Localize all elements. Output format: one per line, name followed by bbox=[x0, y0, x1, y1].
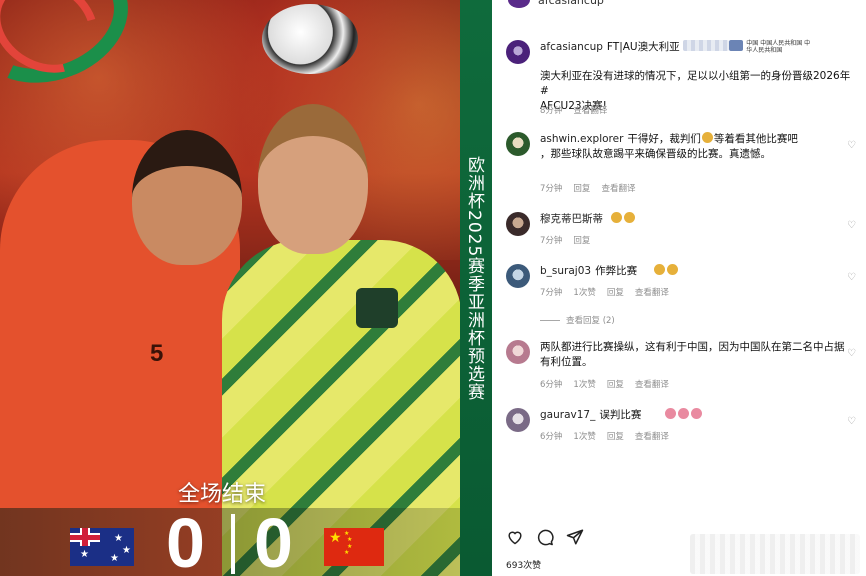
blurred-emoji bbox=[728, 40, 743, 51]
like-heart-icon[interactable]: ♡ bbox=[847, 272, 856, 283]
avatar[interactable] bbox=[506, 264, 530, 288]
avatar[interactable] bbox=[506, 40, 530, 64]
post-action-bar bbox=[506, 528, 584, 546]
emoji-icon bbox=[667, 264, 679, 275]
avatar[interactable] bbox=[508, 0, 530, 8]
avatar[interactable] bbox=[506, 408, 530, 432]
comment-text: gaurav17_ 误判比赛 bbox=[540, 408, 852, 423]
comment-time: 7分钟 bbox=[540, 288, 563, 298]
china-tag: 中国 中国人民共和国 中华人民共和国 bbox=[746, 40, 811, 54]
share-icon[interactable] bbox=[566, 528, 584, 546]
comment-time: 7分钟 bbox=[540, 184, 563, 194]
likes-count[interactable]: 1次赞 bbox=[573, 430, 595, 442]
player-china-head bbox=[132, 130, 242, 265]
score-away: 0 bbox=[254, 504, 293, 576]
post-likes-count[interactable]: 693次赞 bbox=[506, 558, 541, 571]
like-heart-icon[interactable]: ♡ bbox=[847, 348, 856, 359]
australia-flag-icon: ★ ★ ★ ★ bbox=[70, 528, 134, 566]
view-replies-button[interactable]: 查看回复 (2) bbox=[540, 314, 615, 326]
comment-username[interactable]: afcasiancup bbox=[540, 41, 603, 53]
comment-icon[interactable] bbox=[536, 528, 554, 546]
reply-button[interactable]: 回复 bbox=[607, 430, 624, 442]
comment-meta: 7分钟 回复 查看翻译 bbox=[540, 182, 635, 194]
comment-text-line: 有利位置。 bbox=[540, 356, 593, 368]
emoji-icon bbox=[677, 408, 689, 419]
comment-time: 8分钟 bbox=[540, 106, 563, 116]
soccer-ball bbox=[262, 4, 358, 74]
comment-text-line: ，那些球队故意踢平来确保晋级的比赛。真遗憾。 bbox=[540, 148, 771, 160]
china-flag-icon: ★ ★ ★ ★ ★ bbox=[324, 528, 384, 566]
comment-meta: 6分钟 1次赞 回复 查看翻译 bbox=[540, 378, 669, 390]
comment-username[interactable]: 穆克蒂巴斯蒂 bbox=[540, 213, 603, 225]
see-translation-link[interactable]: 查看翻译 bbox=[635, 430, 669, 442]
comment-time: 6分钟 bbox=[540, 380, 563, 390]
comment-username[interactable]: ashwin.explorer bbox=[540, 133, 623, 145]
comment-text: b_suraj03 作弊比赛 bbox=[540, 264, 852, 279]
divider bbox=[540, 319, 560, 321]
post-image[interactable]: 5 欧洲杯2025赛季亚洲杯预选赛 全场结束 ★ ★ ★ ★ 0 0 ★ ★ ★… bbox=[0, 0, 492, 576]
reply-button[interactable]: 回复 bbox=[607, 286, 624, 298]
comment-text-line: 澳大利亚在没有进球的情况下，足以以小组第一的身份晋级2026年# bbox=[540, 70, 851, 97]
comment-meta: 8分钟 查看翻译 bbox=[540, 104, 607, 116]
comment-username[interactable]: gaurav17_ bbox=[540, 409, 595, 421]
avatar[interactable] bbox=[506, 212, 530, 236]
see-translation-link[interactable]: 查看翻译 bbox=[635, 286, 669, 298]
post-header: afcasiancup bbox=[508, 0, 604, 8]
see-translation-link[interactable]: 查看翻译 bbox=[635, 378, 669, 390]
avatar[interactable] bbox=[506, 340, 530, 364]
comment-username[interactable]: b_suraj03 bbox=[540, 265, 591, 277]
reply-button[interactable]: 回复 bbox=[607, 378, 624, 390]
comment-meta: 7分钟 1次赞 回复 查看翻译 bbox=[540, 286, 669, 298]
player-australia-head bbox=[258, 104, 368, 254]
emoji-icon bbox=[664, 408, 676, 419]
australia-crest bbox=[356, 288, 398, 328]
avatar[interactable] bbox=[506, 132, 530, 156]
reply-button[interactable]: 回复 bbox=[573, 182, 590, 194]
emoji-icon bbox=[624, 212, 636, 223]
reply-button[interactable]: 回复 bbox=[573, 234, 590, 246]
see-translation-link[interactable]: 查看翻译 bbox=[601, 182, 635, 194]
like-heart-icon[interactable]: ♡ bbox=[847, 416, 856, 427]
blurred-emoji bbox=[682, 40, 729, 51]
comment-text: ashwin.explorer 干得好，裁判们 等着看其他比赛吧 bbox=[540, 132, 798, 145]
likes-count[interactable]: 1次赞 bbox=[573, 286, 595, 298]
comment-text-line: 两队都进行比赛操纵，这有利于中国，因为中国队在第二名中占据 bbox=[540, 341, 845, 353]
see-translation-link[interactable]: 查看翻译 bbox=[573, 104, 607, 116]
tournament-title: 欧洲杯2025赛季亚洲杯预选赛 bbox=[464, 156, 484, 402]
comment-text: 穆克蒂巴斯蒂 bbox=[540, 212, 852, 227]
jersey-number: 5 bbox=[150, 340, 164, 367]
heart-icon[interactable] bbox=[506, 528, 524, 546]
score-bar bbox=[0, 508, 460, 576]
emoji-icon bbox=[611, 212, 623, 223]
comment-time: 7分钟 bbox=[540, 236, 563, 246]
header-username[interactable]: afcasiancup bbox=[538, 0, 604, 7]
likes-count[interactable]: 1次赞 bbox=[573, 378, 595, 390]
emoji-icon bbox=[690, 408, 702, 419]
comment-time: 6分钟 bbox=[540, 432, 563, 442]
score-divider bbox=[231, 514, 235, 574]
like-heart-icon[interactable]: ♡ bbox=[847, 220, 856, 231]
comment-meta: 7分钟 回复 bbox=[540, 234, 590, 246]
emoji-icon bbox=[701, 132, 713, 143]
comment-meta: 6分钟 1次赞 回复 查看翻译 bbox=[540, 430, 669, 442]
like-heart-icon[interactable]: ♡ bbox=[847, 140, 856, 151]
comment-text: afcasiancup FT|AU澳大利亚 中国 中国人民共和国 中华人民共和国 bbox=[540, 40, 811, 54]
emoji-icon bbox=[654, 264, 666, 275]
blurred-watermark bbox=[690, 534, 860, 574]
score-home: 0 bbox=[166, 504, 205, 576]
